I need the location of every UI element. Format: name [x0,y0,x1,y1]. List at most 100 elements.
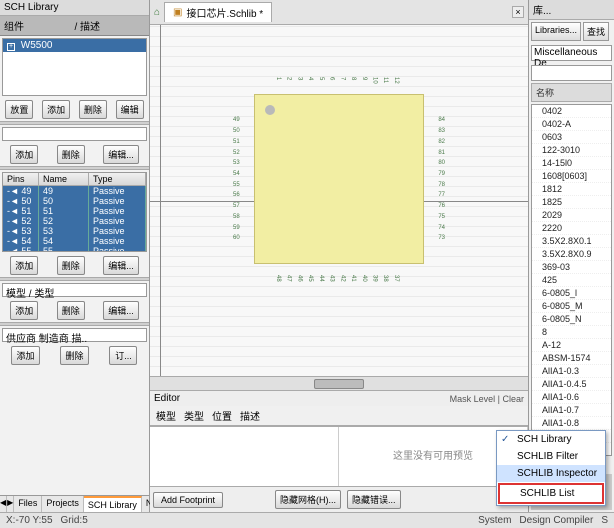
btn2-add[interactable]: 添加 [10,145,38,164]
list-item[interactable]: AlIA1-0.7 [532,404,611,417]
list-item[interactable]: 14-15l0 [532,157,611,170]
chip-pin[interactable]: 4 [307,77,317,84]
chip-pin[interactable]: 48 [275,275,285,282]
list-item[interactable]: 6-0805_l [532,287,611,300]
btn3-edit[interactable]: 编辑... [103,256,139,275]
chip-pin[interactable]: 49 [233,115,240,125]
chip-pin[interactable]: 76 [438,201,445,211]
chip-pin[interactable]: 7 [339,77,349,84]
btn5-order[interactable]: 订... [109,346,137,365]
alias-box[interactable] [2,127,147,141]
pin-row[interactable]: -◄ 4949Passive [3,186,146,196]
chip-pin[interactable]: 84 [438,115,445,125]
status-system[interactable]: System [478,515,511,526]
chip-pin[interactable]: 75 [438,212,445,222]
btn-delete[interactable]: 删除 [79,100,107,119]
chip-pin[interactable]: 82 [438,137,445,147]
list-item[interactable]: 6-0805_N [532,313,611,326]
status-more[interactable]: S [601,515,608,526]
chip-pin[interactable]: 44 [318,275,328,282]
chip-pin[interactable]: 60 [233,233,240,243]
hide-grid-button[interactable]: 隐藏网格(H)... [275,490,341,509]
btn2-del[interactable]: 删除 [57,145,85,164]
pins-table[interactable]: Pins Name Type -◄ 4949Passive-◄ 5050Pass… [2,172,147,252]
chip-pin[interactable]: 73 [438,233,445,243]
chip-pin[interactable]: 77 [438,190,445,200]
horizontal-scrollbar[interactable] [150,376,528,390]
list-item[interactable]: 2029 [532,209,611,222]
mask-level-label[interactable]: Mask Level | Clear [450,394,524,404]
list-item[interactable]: 0402 [532,105,611,118]
chip-pin[interactable]: 57 [233,201,240,211]
btn4-del[interactable]: 删除 [57,301,85,320]
list-item[interactable]: 1825 [532,196,611,209]
chip-pin[interactable]: 12 [393,77,403,84]
chip-pin[interactable]: 9 [361,77,371,84]
subtab-desc[interactable]: 描述 [240,408,260,423]
chip-pin[interactable]: 8 [350,77,360,84]
filter-input[interactable] [531,65,612,81]
list-item[interactable]: AlIA1-0.8 [532,417,611,430]
schematic-canvas[interactable]: 495051525354555657585960 848382818079787… [150,25,528,376]
add-footprint-button[interactable]: Add Footprint [153,492,223,508]
chip-pin[interactable]: 46 [296,275,306,282]
list-item[interactable]: ABSM-1574 [532,352,611,365]
chip-pin[interactable]: 80 [438,158,445,168]
pin-row[interactable]: -◄ 5555Passive [3,246,146,252]
subtab-pos[interactable]: 位置 [212,408,232,423]
splitter2[interactable] [0,166,149,170]
list-item[interactable]: 1812 [532,183,611,196]
chip-pin[interactable]: 1 [275,77,285,84]
btn2-edit[interactable]: 编辑... [103,145,139,164]
chip-pin[interactable]: 74 [438,223,445,233]
chip-body[interactable]: 495051525354555657585960 848382818079787… [254,94,424,264]
ctx-schlib-list[interactable]: SCHLIB List [498,483,604,504]
splitter[interactable] [0,121,149,125]
chip-pin[interactable]: 38 [382,275,392,282]
chip-pin[interactable]: 42 [339,275,349,282]
chip-pin[interactable]: 50 [233,126,240,136]
home-icon[interactable]: ⌂ [154,7,160,18]
list-item[interactable]: 122-3010 [532,144,611,157]
btn5-del[interactable]: 删除 [60,346,88,365]
scroll-thumb[interactable] [314,379,364,389]
chip-pin[interactable]: 55 [233,180,240,190]
btn3-del[interactable]: 删除 [57,256,85,275]
component-tree[interactable]: + W5500 [2,38,147,96]
tab-projects[interactable]: Projects [42,496,84,512]
pin-row[interactable]: -◄ 5454Passive [3,236,146,246]
chip-pin[interactable]: 6 [329,77,339,84]
list-item[interactable]: 8 [532,326,611,339]
list-item[interactable]: 2220 [532,222,611,235]
list-item[interactable]: 425 [532,274,611,287]
pin-row[interactable]: -◄ 5353Passive [3,226,146,236]
list-item[interactable]: AlIA1-0.4.5 [532,378,611,391]
tab-next[interactable]: ▶ [7,496,14,512]
btn3-add[interactable]: 添加 [10,256,38,275]
btn-add[interactable]: 添加 [42,100,70,119]
tab-libraries[interactable]: Libraries... [531,22,581,41]
list-item[interactable]: 0603 [532,131,611,144]
tab-files[interactable]: Files [14,496,42,512]
chip-pin[interactable]: 78 [438,180,445,190]
list-item[interactable]: A-12 [532,339,611,352]
chip-pin[interactable]: 11 [382,77,392,84]
chip-pin[interactable]: 3 [296,77,306,84]
tab-schlibrary[interactable]: SCH Library [84,496,142,512]
chip-pin[interactable]: 79 [438,169,445,179]
chip-pin[interactable]: 10 [371,77,381,84]
tab-search[interactable]: 查找 [583,22,609,41]
chip-pin[interactable]: 53 [233,158,240,168]
ctx-sch-library[interactable]: SCH Library [497,431,605,448]
library-dropdown[interactable]: Miscellaneous De [531,45,612,61]
chip-pin[interactable]: 37 [393,275,403,282]
tree-item-w5500[interactable]: + W5500 [3,39,146,52]
list-item[interactable]: 3.5X2.8X0.9 [532,248,611,261]
pin-row[interactable]: -◄ 5050Passive [3,196,146,206]
component-list[interactable]: 04020402-A0603122-301014-15l01608[0603]1… [531,104,612,456]
status-design-compiler[interactable]: Design Compiler [519,515,593,526]
btn-edit[interactable]: 编辑 [116,100,144,119]
chip-pin[interactable]: 39 [371,275,381,282]
btn-place[interactable]: 放置 [5,100,33,119]
chip-pin[interactable]: 83 [438,126,445,136]
